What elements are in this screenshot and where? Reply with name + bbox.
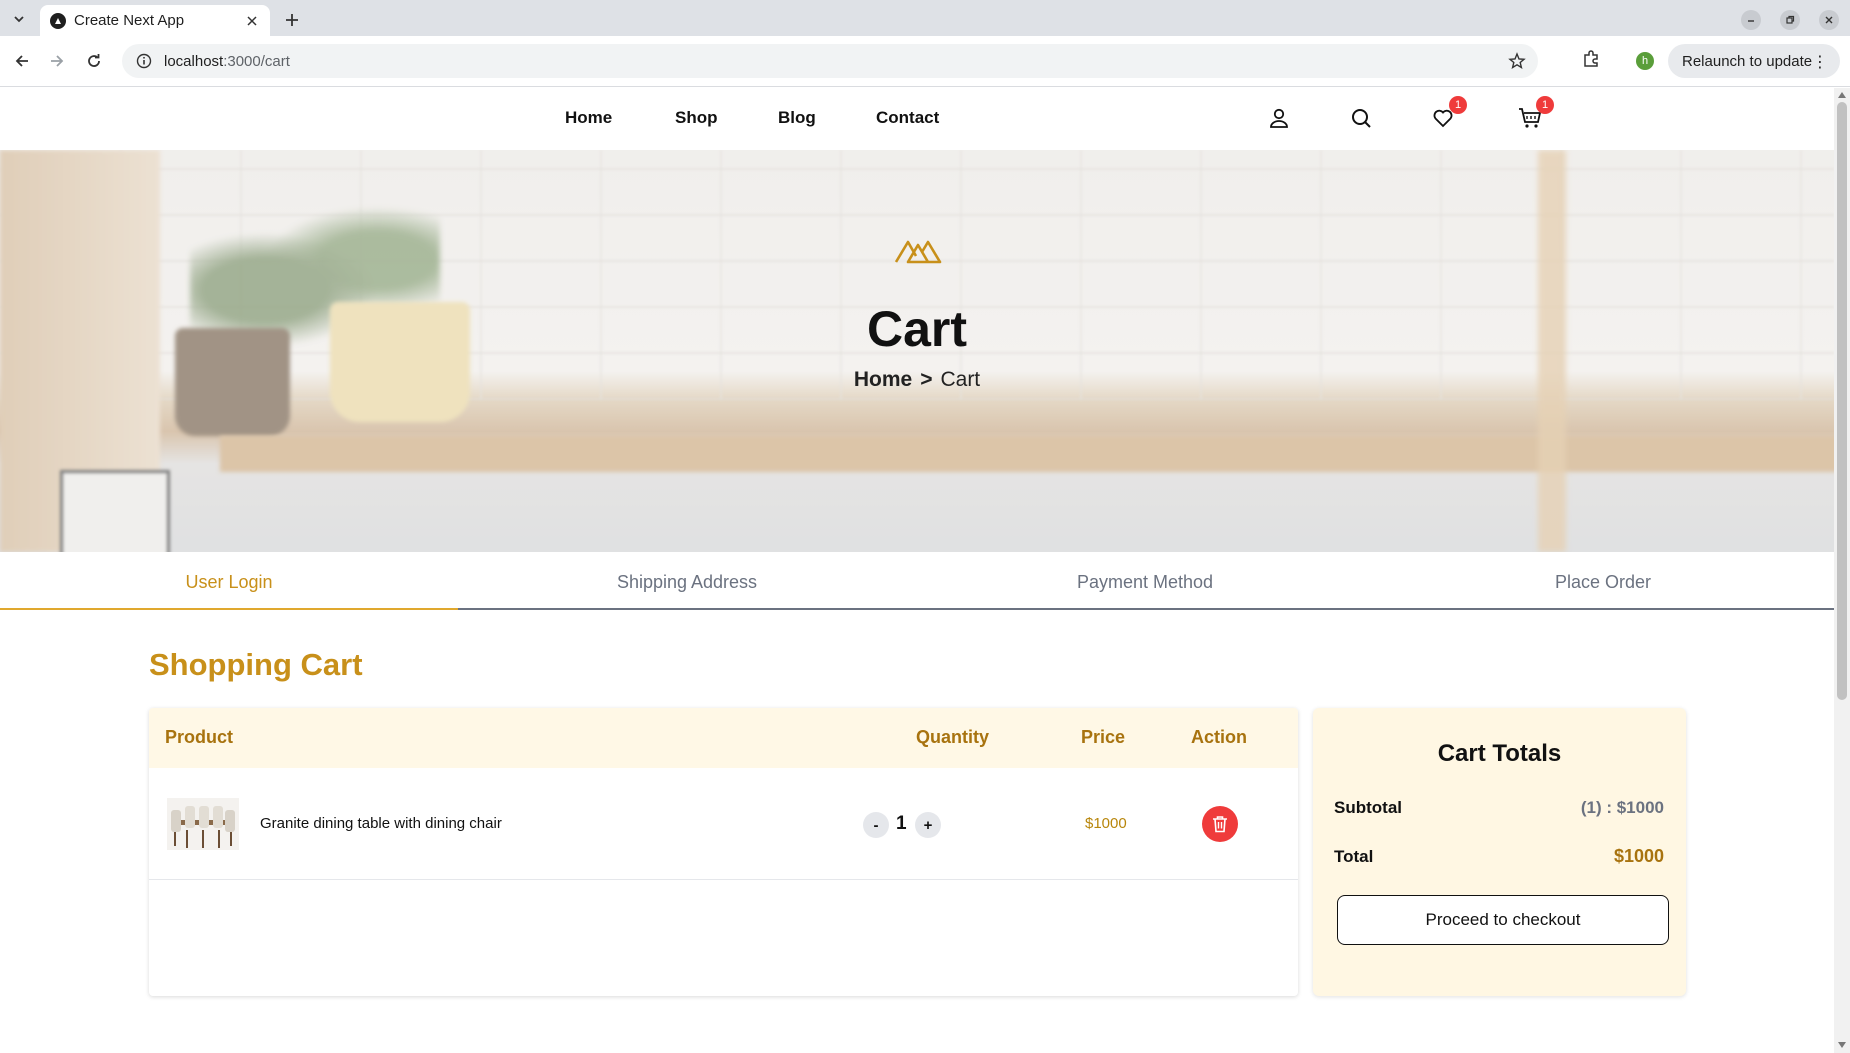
extensions-puzzle-icon[interactable] (1581, 49, 1605, 73)
item-price: $1000 (1085, 815, 1127, 832)
address-bar[interactable]: localhost:3000/cart (122, 44, 1538, 78)
step-user-login[interactable]: User Login (0, 572, 458, 593)
step-place-order[interactable]: Place Order (1374, 572, 1832, 593)
relaunch-label: Relaunch to update (1682, 52, 1813, 70)
breadcrumb-separator: > (920, 368, 933, 391)
relaunch-button[interactable]: Relaunch to update ⋮ (1668, 44, 1840, 78)
restore-icon (1786, 15, 1795, 24)
nav-link-home[interactable]: Home (565, 108, 612, 128)
hero-banner: Cart Home > Cart (0, 150, 1834, 552)
cart-count-badge: 1 (1536, 96, 1554, 114)
browser-tab[interactable]: Create Next App (40, 5, 270, 36)
nextjs-favicon-icon (50, 12, 66, 29)
user-account-icon[interactable] (1265, 104, 1293, 132)
brand-logo-icon (894, 240, 942, 264)
cart-totals-title: Cart Totals (1437, 740, 1562, 767)
arrow-left-icon (15, 55, 28, 67)
plus-icon (286, 14, 298, 26)
nav-link-contact[interactable]: Contact (876, 108, 939, 128)
cart-item-row: Granite dining table with dining chair -… (149, 768, 1298, 880)
new-tab-button[interactable] (280, 8, 304, 32)
column-header-quantity: Quantity (916, 727, 990, 747)
column-header-price: Price (1081, 727, 1126, 747)
minimize-icon (1748, 20, 1754, 22)
scrollbar-thumb[interactable] (1837, 102, 1847, 700)
cart-totals-panel: Cart Totals Subtotal (1) : $1000 Total $… (1313, 708, 1686, 996)
site-navbar: Home Shop Blog Contact 1 1 (0, 88, 1834, 150)
url-path: :3000/cart (223, 52, 290, 70)
nav-link-shop[interactable]: Shop (675, 108, 718, 128)
product-thumbnail (167, 798, 239, 850)
subtotal-value: (1) : $1000 (1580, 798, 1664, 817)
quantity-value: 1 (896, 813, 907, 834)
step-payment-method[interactable]: Payment Method (916, 572, 1374, 593)
scroll-down-arrow-icon[interactable] (1838, 1042, 1846, 1048)
profile-avatar[interactable]: h (1636, 52, 1654, 70)
total-label: Total (1334, 847, 1374, 866)
decrease-quantity-button[interactable]: - (863, 812, 889, 838)
tab-list-button[interactable] (8, 8, 30, 30)
active-step-indicator (0, 608, 458, 610)
close-icon (1825, 16, 1833, 24)
cart-heading: Shopping Cart (149, 647, 363, 682)
column-header-product: Product (165, 727, 234, 747)
breadcrumb-current: Cart (940, 368, 981, 391)
trash-icon (1213, 816, 1227, 833)
column-header-action: Action (1191, 727, 1247, 747)
minimize-button[interactable] (1741, 10, 1761, 30)
url-host: localhost (164, 52, 224, 70)
bookmark-star-icon[interactable] (1508, 52, 1526, 75)
chevron-down-icon (14, 16, 24, 23)
url-text: localhost:3000/cart (164, 53, 290, 70)
close-tab-icon[interactable] (244, 13, 260, 29)
page-scrollbar[interactable] (1834, 88, 1850, 1053)
wishlist-count-badge: 1 (1449, 96, 1467, 114)
back-button[interactable] (10, 49, 34, 73)
nav-link-blog[interactable]: Blog (778, 108, 816, 128)
tab-title: Create Next App (74, 12, 185, 29)
more-menu-icon[interactable]: ⋮ (1812, 52, 1828, 72)
wishlist-heart-icon[interactable]: 1 (1429, 96, 1467, 132)
browser-tab-bar: Create Next App (0, 0, 1850, 36)
proceed-to-checkout-button[interactable]: Proceed to checkout (1337, 895, 1669, 945)
checkout-steps: User Login Shipping Address Payment Meth… (0, 552, 1834, 610)
increase-quantity-button[interactable]: + (915, 812, 941, 838)
reload-icon (88, 54, 100, 67)
browser-toolbar: localhost:3000/cart h Relaunch to update… (0, 36, 1850, 87)
restore-button[interactable] (1780, 10, 1800, 30)
close-window-button[interactable] (1819, 10, 1839, 30)
subtotal-label: Subtotal (1334, 798, 1402, 817)
page-viewport: Home Shop Blog Contact 1 1 Cart Home > C… (0, 88, 1834, 1053)
step-shipping-address[interactable]: Shipping Address (458, 572, 916, 593)
remove-item-button[interactable] (1202, 806, 1238, 842)
cart-table-header: Product Quantity Price Action (149, 708, 1298, 768)
reload-button[interactable] (82, 49, 106, 73)
scroll-up-arrow-icon[interactable] (1838, 92, 1846, 98)
search-icon[interactable] (1347, 104, 1375, 132)
page-title: Cart (866, 301, 968, 357)
breadcrumb-home-link[interactable]: Home (854, 368, 912, 391)
product-name[interactable]: Granite dining table with dining chair (260, 815, 502, 832)
cart-icon[interactable]: 1 (1516, 96, 1554, 132)
total-value: $1000 (1613, 846, 1664, 866)
forward-button[interactable] (45, 49, 69, 73)
arrow-right-icon (51, 55, 64, 67)
breadcrumb: Home > Cart (0, 368, 1834, 392)
site-info-icon[interactable] (136, 53, 152, 69)
cart-table: Product Quantity Price Action Granite di… (149, 708, 1298, 996)
